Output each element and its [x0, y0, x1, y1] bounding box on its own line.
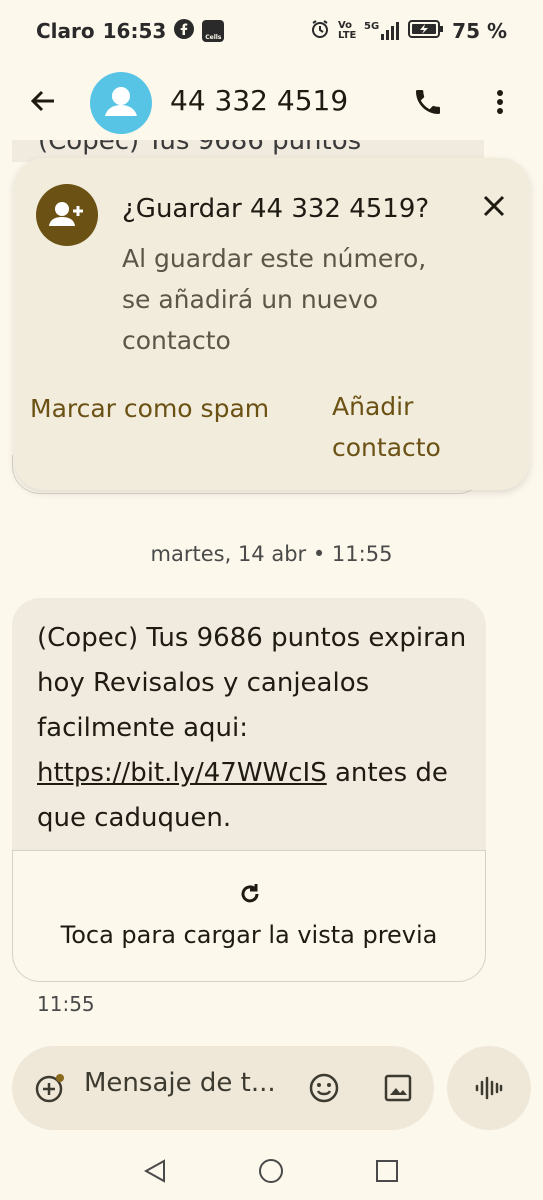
signal-icon: 5G [364, 22, 400, 40]
message-input[interactable]: Mensaje de t... [84, 1068, 294, 1098]
carrier-label: Claro [36, 19, 95, 43]
contact-number[interactable]: 44 332 4519 [170, 84, 348, 117]
status-bar: Claro 16:53 Cells Vo LTE 5G 75 % [0, 0, 543, 62]
add-contact-button[interactable]: Añadir contacto [332, 386, 492, 468]
more-vert-icon[interactable] [488, 86, 512, 118]
message-text-before: (Copec) Tus 9686 puntos expiran hoy Revi… [37, 623, 467, 743]
back-arrow-icon[interactable] [26, 84, 60, 118]
mark-spam-button[interactable]: Marcar como spam [30, 394, 269, 423]
gallery-icon[interactable] [382, 1072, 414, 1104]
refresh-icon [237, 881, 263, 907]
message-link[interactable]: https://bit.ly/47WWcIS [37, 758, 327, 788]
message-bubble[interactable]: (Copec) Tus 9686 puntos expiran hoy Revi… [12, 598, 486, 982]
preview-label: Toca para cargar la vista previa [60, 921, 438, 949]
nav-recents-icon[interactable] [374, 1158, 400, 1184]
voice-record-button[interactable] [447, 1046, 531, 1130]
voice-waveform-icon [473, 1072, 505, 1104]
emoji-icon[interactable] [308, 1072, 340, 1104]
battery-percent: 75 % [452, 19, 507, 43]
battery-icon [408, 19, 444, 44]
previous-message-text: (Copec) Tus 9686 puntos [38, 140, 362, 156]
date-divider: martes, 14 abr • 11:55 [150, 542, 393, 566]
avatar-person-icon [105, 87, 137, 116]
link-preview-card[interactable]: Toca para cargar la vista previa [12, 850, 486, 982]
facebook-icon [174, 18, 195, 44]
notification-app-icon: Cells [202, 20, 225, 42]
save-contact-banner: ¿Guardar 44 332 4519? Al guardar este nú… [14, 158, 530, 490]
volte-label: Vo LTE [337, 20, 357, 41]
network-type-label: 5G [363, 21, 380, 32]
conversation-header: 44 332 4519 [0, 62, 543, 142]
system-nav-bar [0, 1140, 543, 1200]
add-person-icon [36, 184, 98, 246]
message-timestamp: 11:55 [37, 992, 95, 1016]
phone-icon[interactable] [412, 86, 444, 118]
message-text: (Copec) Tus 9686 puntos expiran hoy Revi… [37, 616, 477, 841]
nav-back-icon[interactable] [142, 1158, 168, 1184]
notification-app-label: Cells [205, 34, 222, 41]
close-icon[interactable] [476, 188, 512, 224]
message-composer: Mensaje de t... [12, 1046, 434, 1130]
nav-home-icon[interactable] [258, 1158, 284, 1184]
contact-avatar[interactable] [90, 72, 152, 134]
add-attachment-icon[interactable] [34, 1072, 66, 1104]
banner-body: Al guardar este número, se añadirá un nu… [122, 244, 427, 355]
clock: 16:53 [102, 19, 167, 43]
alarm-icon [310, 19, 330, 44]
banner-title: ¿Guardar 44 332 4519? [122, 194, 430, 224]
